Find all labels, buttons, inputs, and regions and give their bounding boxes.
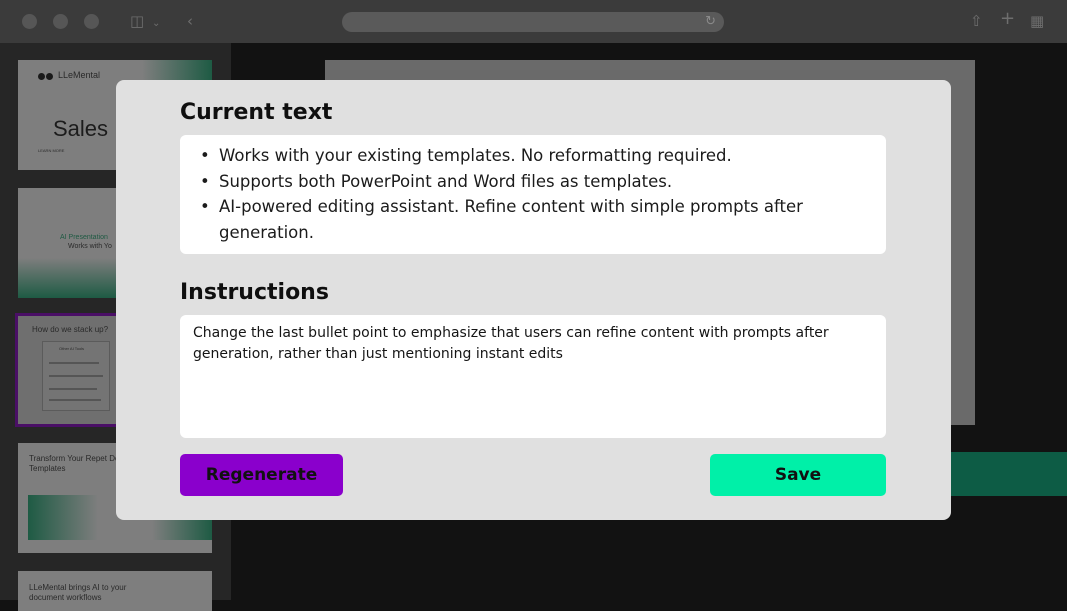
logo-icon bbox=[46, 73, 53, 80]
tab-overview-icon[interactable]: ▦ bbox=[1030, 12, 1044, 30]
current-text-heading: Current text bbox=[180, 100, 333, 125]
logo-icon bbox=[38, 73, 45, 80]
slide-title: Sales bbox=[53, 116, 109, 141]
maximize-window-button[interactable] bbox=[84, 14, 99, 29]
comparison-box: Other AI Tools bbox=[42, 341, 110, 411]
reload-icon[interactable]: ↻ bbox=[705, 14, 716, 29]
regenerate-button[interactable]: Regenerate bbox=[180, 454, 343, 496]
instructions-input[interactable]: Change the last bullet point to emphasiz… bbox=[180, 315, 886, 438]
slide-thumbnail-5[interactable]: LLeMental brings AI to your document wor… bbox=[18, 571, 212, 611]
close-window-button[interactable] bbox=[22, 14, 37, 29]
sidebar-toggle-icon[interactable]: ◫ bbox=[130, 12, 144, 30]
edit-text-dialog: Current text Works with your existing te… bbox=[116, 80, 951, 520]
slide-accent-strip bbox=[940, 452, 1067, 496]
slide-title: How do we stack up? bbox=[32, 325, 109, 334]
share-icon[interactable]: ⇧ bbox=[970, 12, 983, 30]
back-icon[interactable]: ‹ bbox=[187, 12, 193, 30]
box-title: Other AI Tools bbox=[59, 346, 85, 351]
current-bullet-list: Works with your existing templates. No r… bbox=[200, 143, 866, 245]
browser-toolbar: ◫ ⌄ ‹ ↻ ⇧ + ▦ bbox=[0, 0, 1067, 43]
slide-title: LLeMental brings AI to your document wor… bbox=[29, 583, 127, 602]
bullet-item: AI-powered editing assistant. Refine con… bbox=[200, 194, 866, 245]
slide-title: AI Presentation bbox=[60, 234, 108, 241]
slide-logo-text: LLeMental bbox=[58, 70, 101, 80]
chevron-down-icon[interactable]: ⌄ bbox=[152, 15, 160, 33]
bullet-item: Works with your existing templates. No r… bbox=[200, 143, 866, 169]
minimize-window-button[interactable] bbox=[53, 14, 68, 29]
current-text-box: Works with your existing templates. No r… bbox=[180, 135, 886, 254]
save-button[interactable]: Save bbox=[710, 454, 886, 496]
slide-subtitle: Works with Yo bbox=[68, 243, 112, 250]
slide-subtitle: LEARN MORE bbox=[38, 148, 65, 153]
instructions-heading: Instructions bbox=[180, 280, 329, 305]
new-tab-icon[interactable]: + bbox=[1000, 10, 1015, 28]
bullet-item: Supports both PowerPoint and Word files … bbox=[200, 169, 866, 195]
address-bar[interactable]: ↻ bbox=[342, 12, 724, 32]
